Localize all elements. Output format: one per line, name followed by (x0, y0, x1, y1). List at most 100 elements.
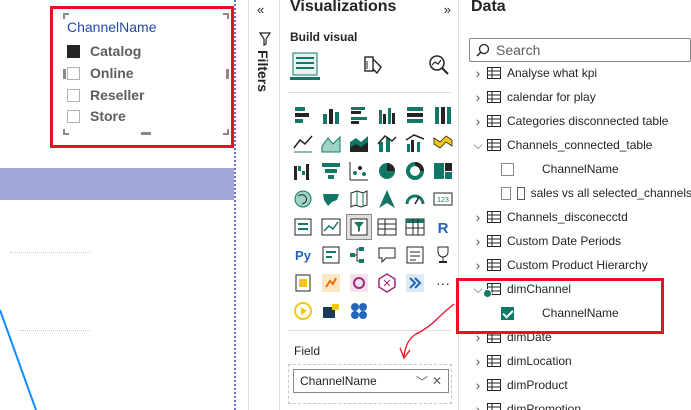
slicer-item-catalog[interactable]: Catalog (67, 41, 141, 61)
stacked-column-chart-icon[interactable] (318, 102, 344, 128)
r-script-visual-icon[interactable]: R (430, 214, 456, 240)
area-chart-icon[interactable] (318, 130, 344, 156)
chevron-right-icon[interactable]: › (471, 65, 485, 81)
card-icon[interactable]: 123 (430, 186, 456, 212)
tab-analytics[interactable] (424, 50, 454, 80)
filled-map-icon[interactable] (318, 186, 344, 212)
chevron-right-icon[interactable]: › (471, 113, 485, 129)
map-icon[interactable] (290, 186, 316, 212)
get-more-visuals-icon[interactable] (374, 270, 400, 296)
slicer-checkbox[interactable] (67, 44, 80, 58)
svg-text:R: R (438, 220, 449, 237)
slicer-checkbox[interactable] (67, 66, 80, 80)
ribbon-chart-icon[interactable] (430, 130, 456, 156)
chevron-right-icon[interactable]: › (471, 209, 485, 225)
azure-map-icon[interactable] (374, 186, 400, 212)
slicer-item-store[interactable]: Store (67, 106, 126, 126)
resize-handle-top-right[interactable] (223, 13, 229, 19)
search-input[interactable]: Search (469, 38, 691, 62)
field-pill-channelname[interactable]: ChannelName ﹀ ✕ (293, 369, 449, 393)
custom-visual-blue-icon[interactable] (346, 298, 372, 324)
data-table-calendar-for-play[interactable]: › calendar for play (459, 86, 691, 108)
stacked-area-chart-icon[interactable] (346, 130, 372, 156)
filters-pane[interactable]: « Filters (248, 0, 278, 410)
table-icon[interactable] (374, 214, 400, 240)
data-table-dimpromotion[interactable]: › dimPromotion (459, 398, 691, 410)
smart-narrative-icon[interactable] (402, 242, 428, 268)
chevron-right-icon[interactable]: › (471, 377, 485, 393)
field-well-label: Field (294, 344, 321, 358)
decomposition-tree-icon[interactable] (346, 242, 372, 268)
shape-map-icon[interactable] (346, 186, 372, 212)
clustered-bar-chart-icon[interactable] (346, 102, 372, 128)
gauge-icon[interactable] (402, 186, 428, 212)
pie-chart-icon[interactable] (374, 158, 400, 184)
trophy-icon[interactable] (430, 242, 456, 268)
chevron-right-icon[interactable]: › (471, 257, 485, 273)
chevron-right-icon[interactable]: › (471, 401, 485, 410)
resize-handle-right[interactable] (226, 69, 229, 79)
custom-visual-dark-icon[interactable] (318, 298, 344, 324)
slicer-item-online[interactable]: Online (67, 63, 134, 83)
chevron-down-icon[interactable]: ⌵ (471, 138, 485, 153)
funnel-chart-icon[interactable] (318, 158, 344, 184)
resize-handle-bottom-left[interactable] (63, 129, 69, 135)
matrix-icon[interactable] (402, 214, 428, 240)
double-chevron-right-icon[interactable]: » (444, 2, 451, 17)
data-table-custom-date-periods[interactable]: › Custom Date Periods (459, 230, 691, 252)
data-pane[interactable]: Data Search › Analyse what kpi › calendar f… (458, 0, 691, 410)
data-table-channels-connected-table[interactable]: ⌵ Channels_connected_table (459, 134, 691, 156)
chevron-down-icon[interactable]: ﹀ (416, 373, 428, 390)
clustered-column-chart-icon[interactable] (374, 102, 400, 128)
multi-row-card-icon[interactable] (290, 214, 316, 240)
tab-build-visual[interactable] (290, 50, 320, 80)
resize-handle-left[interactable] (63, 69, 66, 79)
data-table-dimproduct[interactable]: › dimProduct (459, 374, 691, 396)
data-table-analyse-what-kpi[interactable]: › Analyse what kpi (459, 62, 691, 84)
slicer-checkbox[interactable] (67, 109, 80, 123)
key-influencers-icon[interactable] (318, 242, 344, 268)
qa-visual-icon[interactable] (374, 242, 400, 268)
filters-label[interactable]: Filters (255, 50, 271, 92)
slicer-icon[interactable] (346, 214, 372, 240)
chevron-right-icon[interactable]: › (471, 233, 485, 249)
play-axis-icon[interactable] (290, 298, 316, 324)
slicer-item-reseller[interactable]: Reseller (67, 85, 144, 105)
line-chart-icon[interactable] (290, 130, 316, 156)
power-automate-icon[interactable] (318, 270, 344, 296)
data-table-dimlocation[interactable]: › dimLocation (459, 350, 691, 372)
data-table-custom-product-hierarchy[interactable]: › Custom Product Hierarchy (459, 254, 691, 276)
slicer-checkbox[interactable] (67, 88, 80, 102)
close-icon[interactable]: ✕ (432, 374, 442, 388)
double-chevron-left-icon[interactable]: « (257, 2, 264, 17)
paginated-report-icon[interactable] (290, 270, 316, 296)
100-stacked-bar-chart-icon[interactable] (402, 102, 428, 128)
field-checkbox[interactable] (501, 186, 512, 200)
resize-handle-bottom[interactable] (141, 132, 151, 135)
data-table-categories-disconnected-table[interactable]: › Categories disconnected table (459, 110, 691, 132)
line-and-stacked-column-chart-icon[interactable] (374, 130, 400, 156)
field-checkbox[interactable] (501, 162, 514, 176)
treemap-icon[interactable] (430, 158, 456, 184)
donut-chart-icon[interactable] (402, 158, 428, 184)
forward-chevrons-icon[interactable] (402, 270, 428, 296)
chevron-right-icon[interactable]: › (471, 89, 485, 105)
tab-format-visual[interactable] (358, 50, 388, 80)
visual-header-band[interactable] (0, 168, 234, 200)
power-apps-icon[interactable] (346, 270, 372, 296)
data-field-channelname[interactable]: ChannelName (459, 158, 691, 180)
100-stacked-column-chart-icon[interactable] (430, 102, 456, 128)
scatter-chart-icon[interactable] (346, 158, 372, 184)
kpi-icon[interactable] (318, 214, 344, 240)
data-field-sales-vs-all-selected-channels[interactable]: sales vs all selected_channels (459, 182, 691, 204)
resize-handle-bottom-right[interactable] (223, 129, 229, 135)
field-well[interactable]: ChannelName ﹀ ✕ (288, 364, 452, 404)
line-and-clustered-column-chart-icon[interactable] (402, 130, 428, 156)
python-visual-icon[interactable]: Py (290, 242, 316, 268)
chevron-right-icon[interactable]: › (471, 353, 485, 369)
report-canvas[interactable]: ChannelName Catalog Online Reseller Stor… (0, 0, 236, 410)
more-visuals-icon[interactable]: ··· (430, 270, 456, 296)
stacked-bar-chart-icon[interactable] (290, 102, 316, 128)
waterfall-chart-icon[interactable] (290, 158, 316, 184)
data-table-channels-disconecctd[interactable]: › Channels_disconecctd (459, 206, 691, 228)
